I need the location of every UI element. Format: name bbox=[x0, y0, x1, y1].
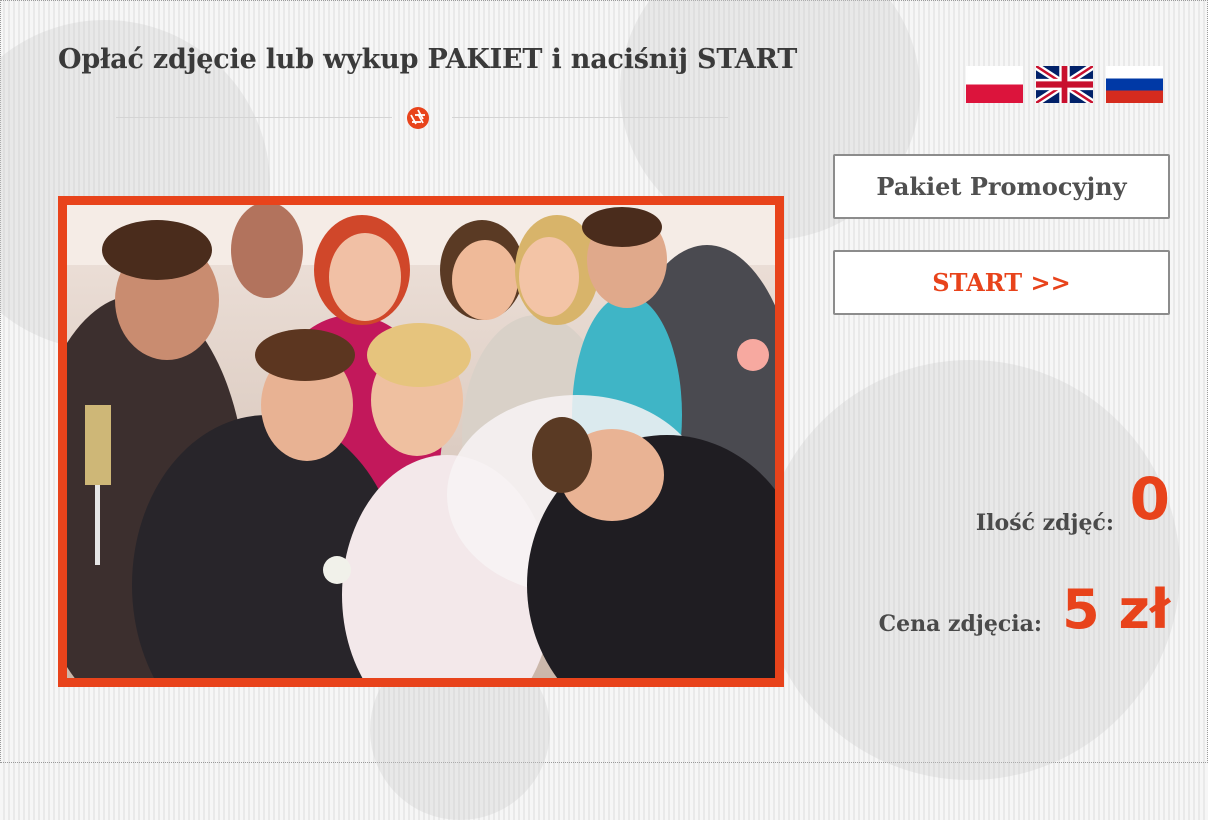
promo-package-button[interactable]: Pakiet Promocyjny bbox=[833, 154, 1170, 219]
photo-count-value: 0 bbox=[1129, 465, 1170, 533]
photo-price-value: 5 zł bbox=[1062, 578, 1170, 641]
party-photo-image bbox=[67, 205, 775, 678]
camera-aperture-icon bbox=[407, 107, 429, 129]
title-divider-left bbox=[116, 117, 392, 118]
language-ru-button[interactable] bbox=[1106, 66, 1163, 103]
language-en-button[interactable] bbox=[1036, 66, 1093, 103]
language-pl-button[interactable] bbox=[966, 66, 1023, 103]
photo-count-label: Ilość zdjęć: bbox=[975, 510, 1114, 536]
photo-price-label: Cena zdjęcia: bbox=[878, 611, 1042, 637]
start-button[interactable]: START >> bbox=[833, 250, 1170, 315]
title-divider-right bbox=[452, 117, 728, 118]
background-decoration bbox=[760, 360, 1180, 780]
page-title: Opłać zdjęcie lub wykup PAKIET i naciśni… bbox=[58, 44, 798, 75]
preview-photo-frame bbox=[58, 196, 784, 687]
